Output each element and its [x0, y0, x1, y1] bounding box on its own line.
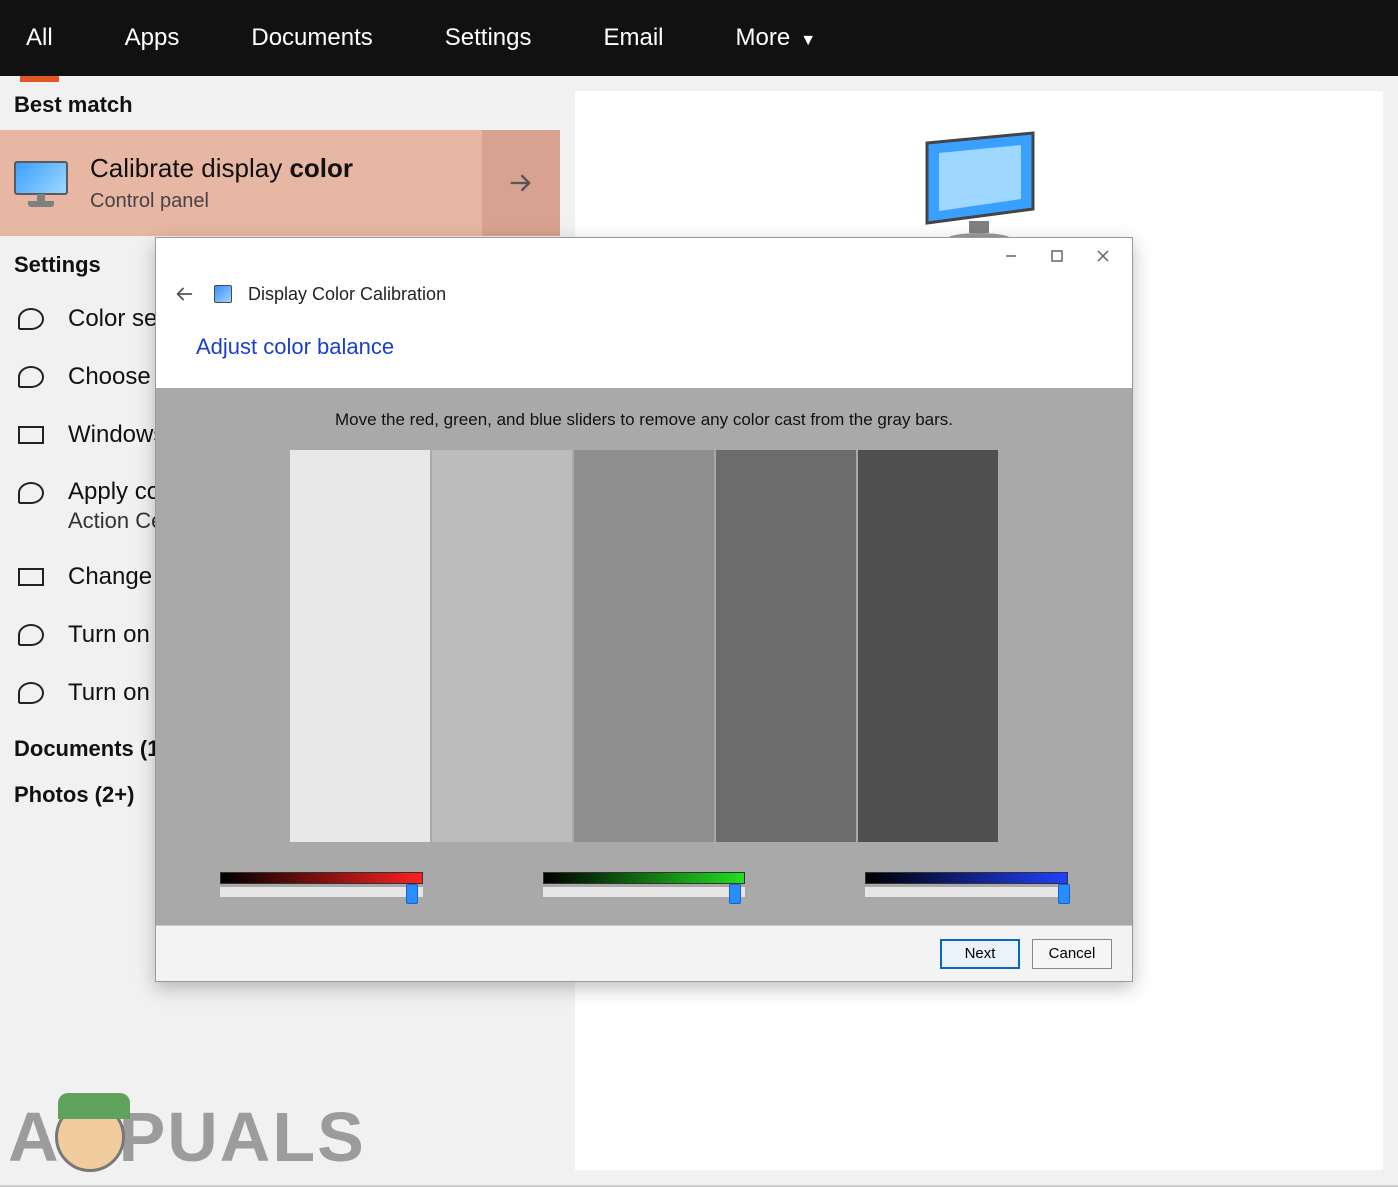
blue-slider-track[interactable]: [865, 887, 1068, 897]
green-slider[interactable]: [543, 872, 746, 897]
back-button[interactable]: [170, 280, 198, 308]
palette-icon: [16, 304, 46, 334]
calibration-app-icon: [214, 285, 232, 303]
red-slider[interactable]: [220, 872, 423, 897]
minimize-icon: [1004, 249, 1018, 263]
color-calibration-dialog: Display Color Calibration Adjust color b…: [155, 237, 1133, 982]
dialog-step-heading: Adjust color balance: [156, 320, 1132, 388]
instruction-text: Move the red, green, and blue sliders to…: [180, 410, 1108, 430]
gray-bar-3: [574, 450, 714, 842]
dialog-titlebar: [156, 238, 1132, 274]
chevron-down-icon: [800, 24, 816, 52]
close-button[interactable]: [1080, 241, 1126, 271]
green-gradient-icon: [543, 872, 746, 884]
cancel-button[interactable]: Cancel: [1032, 939, 1112, 969]
tab-more-label: More: [736, 24, 791, 52]
blue-slider-thumb[interactable]: [1058, 884, 1070, 904]
best-match-title: Calibrate display color: [90, 153, 353, 184]
tab-settings[interactable]: Settings: [439, 6, 538, 70]
maximize-icon: [1050, 249, 1064, 263]
palette-icon: [16, 620, 46, 650]
blue-gradient-icon: [865, 872, 1068, 884]
best-match-text: Calibrate display color Control panel: [90, 153, 353, 213]
best-match-main[interactable]: Calibrate display color Control panel: [0, 130, 482, 236]
blue-slider[interactable]: [865, 872, 1068, 897]
gray-bar-5: [858, 450, 998, 842]
red-slider-thumb[interactable]: [406, 884, 418, 904]
gray-bar-4: [716, 450, 856, 842]
monitor-icon: [14, 161, 68, 205]
arrow-left-icon: [173, 283, 195, 305]
best-match-subtitle: Control panel: [90, 190, 353, 213]
green-slider-track[interactable]: [543, 887, 746, 897]
tab-apps[interactable]: Apps: [119, 6, 186, 70]
tab-documents[interactable]: Documents: [245, 6, 378, 70]
green-slider-thumb[interactable]: [729, 884, 741, 904]
maximize-button[interactable]: [1034, 241, 1080, 271]
palette-icon: [16, 362, 46, 392]
dialog-header-row: Display Color Calibration: [156, 274, 1132, 320]
tab-more[interactable]: More: [730, 6, 823, 70]
best-match-expand-button[interactable]: [482, 130, 560, 236]
best-match-header: Best match: [0, 76, 560, 130]
monitor-large-icon: [909, 131, 1049, 251]
minimize-button[interactable]: [988, 241, 1034, 271]
calibration-panel: Move the red, green, and blue sliders to…: [156, 388, 1132, 925]
gray-bars: [180, 450, 1108, 842]
rgb-sliders: [180, 842, 1108, 907]
dialog-footer: Next Cancel: [156, 925, 1132, 981]
next-button[interactable]: Next: [940, 939, 1020, 969]
arrow-right-icon: [507, 169, 535, 197]
display-icon: [16, 420, 46, 450]
dialog-title: Display Color Calibration: [248, 284, 446, 305]
tab-all[interactable]: All: [20, 6, 59, 70]
close-icon: [1096, 249, 1110, 263]
display-icon: [16, 562, 46, 592]
gray-bar-2: [432, 450, 572, 842]
best-match-item: Calibrate display color Control panel: [0, 130, 560, 236]
gray-bar-1: [290, 450, 430, 842]
red-gradient-icon: [220, 872, 423, 884]
palette-icon: [16, 678, 46, 708]
red-slider-track[interactable]: [220, 887, 423, 897]
tab-email[interactable]: Email: [597, 6, 669, 70]
search-filter-tabs: All Apps Documents Settings Email More: [0, 0, 1398, 76]
palette-icon: [16, 478, 46, 508]
